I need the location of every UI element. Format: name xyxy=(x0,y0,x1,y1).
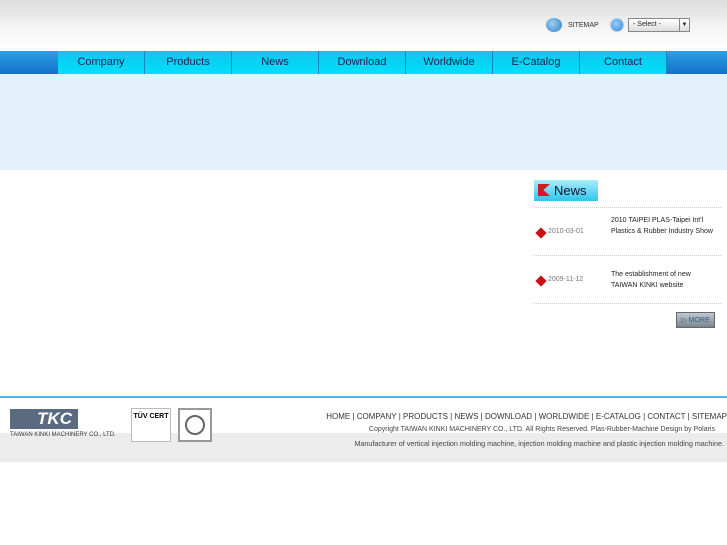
news-title[interactable]: The establishment of new TAIWAN KINKI we… xyxy=(611,269,719,291)
footer-link-home[interactable]: HOME xyxy=(326,412,350,421)
more-label: MORE xyxy=(688,317,710,324)
chevron-down-icon: ▼ xyxy=(679,19,689,31)
copyright: Copyright TAIWAN KINKI MACHINERY CO., LT… xyxy=(368,426,715,433)
footer-link-worldwide[interactable]: WORLDWIDE xyxy=(539,412,590,421)
footer-link-e-catalog[interactable]: E-CATALOG xyxy=(596,412,641,421)
k-logo-icon xyxy=(538,184,550,196)
tkc-logo: TKC xyxy=(10,409,78,429)
nav-download[interactable]: Download xyxy=(319,51,406,74)
news-heading: News xyxy=(534,180,598,201)
news-item[interactable]: 2010-03-01 2010 TAIPEI PLAS-Taipei Int'l… xyxy=(534,207,721,255)
footer-divider xyxy=(0,396,727,398)
tagline: Manufacturer of vertical injection moldi… xyxy=(354,439,724,448)
nav-contact[interactable]: Contact xyxy=(580,51,667,74)
nav-products[interactable]: Products xyxy=(145,51,232,74)
main-nav: Company Products News Download Worldwide… xyxy=(0,51,727,74)
sitemap-link[interactable]: SITEMAP xyxy=(546,18,599,32)
more-button[interactable]: ▷ MORE xyxy=(676,312,715,328)
nav-worldwide[interactable]: Worldwide xyxy=(406,51,493,74)
nav-news[interactable]: News xyxy=(232,51,319,74)
nav-company[interactable]: Company xyxy=(58,51,145,74)
news-date: 2010-03-01 xyxy=(548,228,584,235)
diamond-icon xyxy=(535,227,547,239)
globe-search-icon xyxy=(546,18,562,32)
news-title[interactable]: 2010 TAIPEI PLAS-Taipei Int'l Plastics &… xyxy=(611,215,719,237)
select-value: - Select - xyxy=(633,21,662,28)
language-select[interactable]: - Select - ▼ xyxy=(628,18,690,32)
footer-link-company[interactable]: COMPANY xyxy=(357,412,397,421)
news-date: 2009-11-12 xyxy=(548,276,584,283)
diamond-icon xyxy=(535,275,547,287)
company-name: TAIWAN KINKI MACHINERY CO., LTD. xyxy=(10,432,116,438)
footer-link-products[interactable]: PRODUCTS xyxy=(403,412,448,421)
news-heading-text: News xyxy=(554,183,587,198)
nav-e-catalog[interactable]: E-Catalog xyxy=(493,51,580,74)
banner xyxy=(0,74,727,170)
sitemap-label: SITEMAP xyxy=(568,21,599,29)
globe-icon xyxy=(610,18,624,32)
news-item[interactable]: 2009-11-12 The establishment of new TAIW… xyxy=(534,255,721,303)
footer-links: HOME | COMPANY | PRODUCTS | NEWS | DOWNL… xyxy=(326,412,727,421)
footer-link-news[interactable]: NEWS xyxy=(454,412,478,421)
divider xyxy=(534,303,721,304)
certification-logo xyxy=(178,408,212,442)
footer-link-sitemap[interactable]: SITEMAP xyxy=(692,412,727,421)
footer-link-download[interactable]: DOWNLOAD xyxy=(485,412,532,421)
tuv-cert-logo: TÜV CERT xyxy=(131,408,171,442)
footer-link-contact[interactable]: CONTACT xyxy=(647,412,685,421)
